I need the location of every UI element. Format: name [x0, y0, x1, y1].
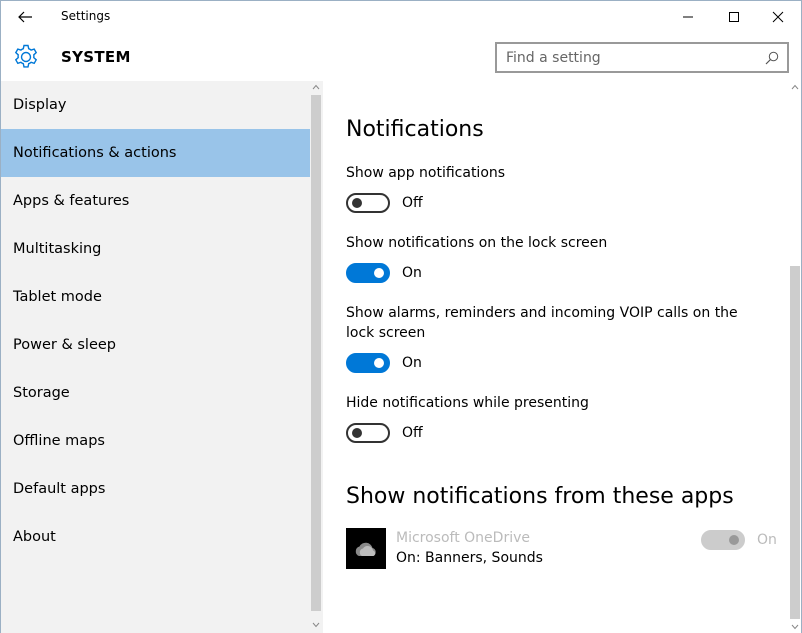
app-row-onedrive[interactable]: Microsoft OneDrive On: Banners, Sounds O…	[346, 528, 786, 570]
setting-label: Hide notifications while presenting	[346, 395, 589, 411]
sidebar-item-label: Storage	[13, 385, 70, 401]
onedrive-toggle[interactable]: On	[701, 530, 777, 550]
settings-window: Settings SYSTEM Display No	[0, 0, 802, 633]
window-title: Settings	[61, 9, 111, 23]
sidebar-item-offline-maps[interactable]: Offline maps	[1, 417, 310, 465]
toggle-state-label: On	[757, 532, 777, 548]
search-icon[interactable]	[765, 51, 779, 65]
toggle-knob	[729, 535, 739, 545]
sidebar-item-multitasking[interactable]: Multitasking	[1, 225, 310, 273]
sidebar-item-storage[interactable]: Storage	[1, 369, 310, 417]
sidebar-item-label: Power & sleep	[13, 337, 116, 353]
page-title: SYSTEM	[61, 48, 131, 66]
chevron-down-icon	[312, 622, 320, 628]
sidebar: Display Notifications & actions Apps & f…	[1, 81, 310, 633]
page-header: SYSTEM	[1, 33, 801, 81]
notifications-heading: Notifications	[346, 117, 484, 142]
sidebar-item-label: Display	[13, 97, 67, 113]
maximize-button[interactable]	[711, 1, 757, 33]
toggle-state-label: Off	[402, 195, 423, 211]
toggle-switch[interactable]	[346, 193, 390, 213]
onedrive-icon	[346, 528, 386, 569]
app-subtitle: On: Banners, Sounds	[396, 550, 543, 566]
sidebar-item-label: About	[13, 529, 56, 545]
title-bar: Settings	[1, 1, 801, 33]
gear-icon	[14, 44, 38, 68]
sidebar-item-power-sleep[interactable]: Power & sleep	[1, 321, 310, 369]
main-content: Notifications Show app notifications Off…	[323, 81, 789, 633]
sidebar-item-label: Offline maps	[13, 433, 105, 449]
apps-heading: Show notifications from these apps	[346, 484, 734, 509]
setting-label: Show alarms, reminders and incoming VOIP…	[346, 305, 738, 341]
arrow-left-icon	[18, 11, 32, 23]
sidebar-item-about[interactable]: About	[1, 513, 310, 561]
toggle-switch[interactable]	[346, 263, 390, 283]
sidebar-item-label: Notifications & actions	[13, 145, 177, 161]
close-button[interactable]	[755, 1, 801, 33]
toggle-knob	[374, 268, 384, 278]
app-name: Microsoft OneDrive	[396, 530, 530, 546]
sidebar-item-label: Tablet mode	[13, 289, 102, 305]
sidebar-item-apps-features[interactable]: Apps & features	[1, 177, 310, 225]
minimize-button[interactable]	[665, 1, 711, 33]
chevron-up-icon	[312, 84, 320, 90]
search-box[interactable]	[495, 42, 789, 73]
toggle-state-label: On	[402, 265, 422, 281]
cloud-icon	[355, 542, 376, 556]
lock-screen-notifications-toggle[interactable]: On	[346, 263, 422, 283]
minimize-icon	[683, 16, 693, 18]
toggle-state-label: Off	[402, 425, 423, 441]
chevron-up-icon	[791, 84, 799, 90]
show-app-notifications-toggle[interactable]: Off	[346, 193, 423, 213]
toggle-knob	[352, 198, 362, 208]
sidebar-scroll-down-button[interactable]	[310, 619, 322, 631]
alarms-reminders-voip-toggle[interactable]: On	[346, 353, 422, 373]
main-scrollbar-thumb[interactable]	[790, 266, 800, 619]
back-button[interactable]	[1, 1, 49, 33]
sidebar-scrollbar-thumb[interactable]	[311, 95, 321, 611]
close-icon	[772, 11, 784, 23]
main-scroll-up-button[interactable]	[789, 81, 801, 93]
sidebar-item-label: Default apps	[13, 481, 106, 497]
toggle-switch[interactable]	[346, 353, 390, 373]
toggle-switch[interactable]	[701, 530, 745, 550]
toggle-switch[interactable]	[346, 423, 390, 443]
maximize-icon	[729, 12, 739, 22]
setting-label: Show notifications on the lock screen	[346, 235, 608, 251]
sidebar-item-label: Apps & features	[13, 193, 130, 209]
toggle-knob	[352, 428, 362, 438]
chevron-down-icon	[791, 624, 799, 630]
main-scroll-down-button[interactable]	[789, 621, 801, 633]
sidebar-item-display[interactable]: Display	[1, 81, 310, 129]
toggle-state-label: On	[402, 355, 422, 371]
sidebar-scroll-up-button[interactable]	[310, 81, 322, 93]
toggle-knob	[374, 358, 384, 368]
hide-while-presenting-toggle[interactable]: Off	[346, 423, 423, 443]
setting-label: Show app notifications	[346, 165, 506, 181]
sidebar-item-label: Multitasking	[13, 241, 102, 257]
sidebar-item-default-apps[interactable]: Default apps	[1, 465, 310, 513]
search-input[interactable]	[497, 44, 755, 71]
sidebar-item-tablet-mode[interactable]: Tablet mode	[1, 273, 310, 321]
sidebar-item-notifications-actions[interactable]: Notifications & actions	[1, 129, 310, 177]
